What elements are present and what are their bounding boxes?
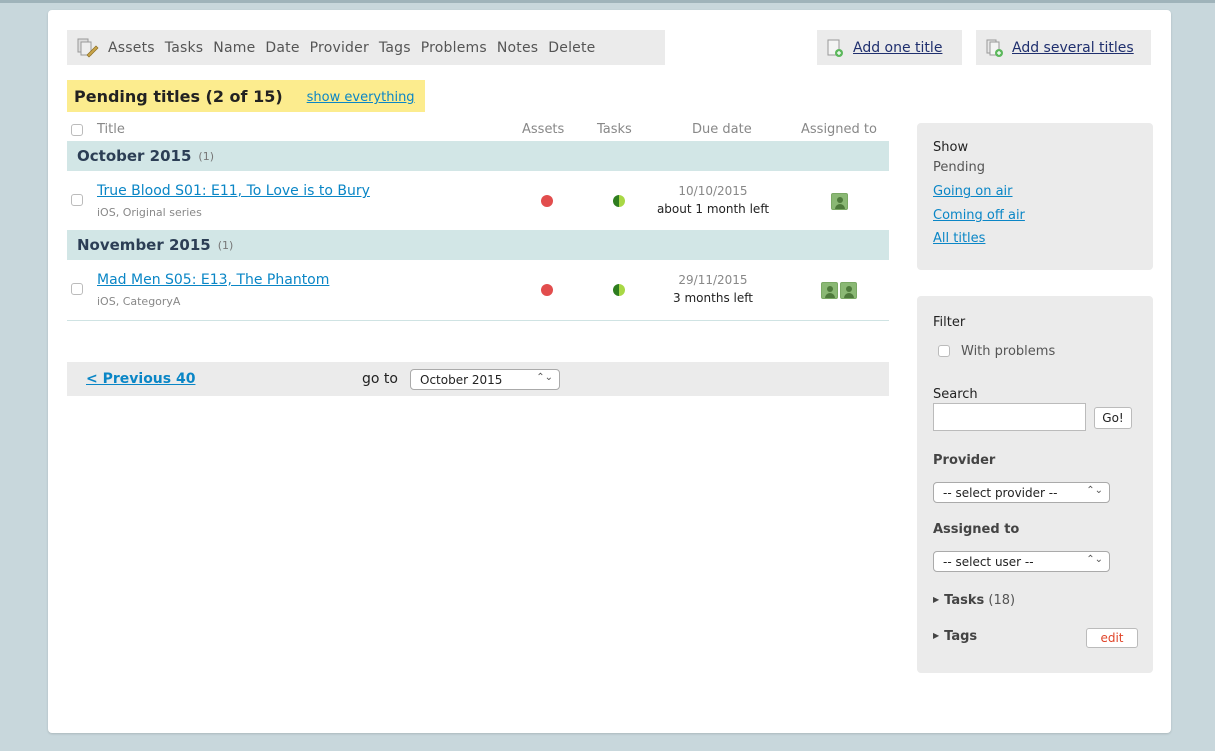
row-checkbox[interactable] <box>71 283 83 295</box>
filter-heading: Filter <box>933 315 966 330</box>
month-count: (1) <box>198 149 214 163</box>
month-count: (1) <box>217 238 234 252</box>
show-going-on-air-link[interactable]: Going on air <box>933 184 1013 199</box>
due-date-cell: 29/11/2015 3 months left <box>638 273 788 305</box>
edit-documents-icon <box>77 38 99 58</box>
caret-right-icon: ▶ <box>933 595 940 604</box>
row-checkbox[interactable] <box>71 194 83 206</box>
page-title: Pending titles (2 of 15) <box>74 86 283 106</box>
bulk-action-toolbar: Assets Tasks Name Date Provider Tags Pro… <box>67 30 665 65</box>
title-link[interactable]: Mad Men S05: E13, The Phantom <box>97 272 329 288</box>
select-arrows-icon: ⌃⌄ <box>1086 485 1103 496</box>
table-row: True Blood S01: E11, To Love is to Bury … <box>67 171 889 231</box>
tasks-count: (18) <box>988 593 1016 608</box>
toolbar-date[interactable]: Date <box>265 40 299 56</box>
tasks-expander[interactable]: ▶ Tasks (18) <box>933 593 1015 608</box>
table-row: Mad Men S05: E13, The Phantom iOS, Categ… <box>67 260 889 320</box>
tasks-status-indicator <box>613 284 625 296</box>
search-input[interactable] <box>933 403 1086 431</box>
toolbar-tags[interactable]: Tags <box>379 40 411 56</box>
pending-titles-heading: Pending titles (2 of 15) show everything <box>67 80 425 112</box>
toolbar-assets[interactable]: Assets <box>108 40 155 56</box>
previous-page-link[interactable]: < Previous 40 <box>86 371 195 387</box>
due-date: 10/10/2015 <box>678 184 748 198</box>
search-label: Search <box>933 387 978 402</box>
filter-panel: Filter With problems Search Go! Provider… <box>917 296 1153 673</box>
tasks-status-indicator <box>613 195 625 207</box>
add-several-titles-label[interactable]: Add several titles <box>1012 40 1134 56</box>
tasks-label: Tasks <box>944 593 985 608</box>
table-header: Title Assets Tasks Due date Assigned to <box>67 120 889 140</box>
assigned-select-value: -- select user -- <box>943 555 1034 569</box>
assignee-avatar[interactable] <box>831 193 848 210</box>
toolbar-name[interactable]: Name <box>213 40 255 56</box>
toolbar-delete[interactable]: Delete <box>548 40 595 56</box>
provider-select[interactable]: -- select provider -- ⌃⌄ <box>933 482 1110 503</box>
month-group-header: October 2015 (1) <box>67 141 889 171</box>
table-divider <box>67 320 889 321</box>
add-documents-icon <box>986 39 1003 57</box>
caret-right-icon: ▶ <box>933 631 940 640</box>
provider-label: Provider <box>933 453 996 468</box>
show-coming-off-air-link[interactable]: Coming off air <box>933 208 1025 223</box>
show-panel: Show Pending Going on air Coming off air… <box>917 123 1153 270</box>
due-date-cell: 10/10/2015 about 1 month left <box>638 184 788 216</box>
assigned-user-select[interactable]: -- select user -- ⌃⌄ <box>933 551 1110 572</box>
search-go-button[interactable]: Go! <box>1094 407 1132 429</box>
tags-label: Tags <box>944 629 978 644</box>
toolbar-problems[interactable]: Problems <box>421 40 487 56</box>
time-left: about 1 month left <box>656 202 770 216</box>
add-one-title-button[interactable]: Add one title <box>817 30 962 65</box>
show-everything-link[interactable]: show everything <box>307 90 415 105</box>
goto-month-select[interactable]: October 2015 ⌃⌄ <box>410 369 560 390</box>
toolbar-provider[interactable]: Provider <box>310 40 369 56</box>
select-arrows-icon: ⌃⌄ <box>536 372 553 383</box>
assigned-to-label: Assigned to <box>933 522 1020 537</box>
assets-status-indicator <box>541 195 553 207</box>
assignee-avatar[interactable] <box>840 282 857 299</box>
main-panel: Assets Tasks Name Date Provider Tags Pro… <box>48 10 1171 733</box>
tags-expander[interactable]: ▶ Tags <box>933 629 977 644</box>
column-due-date: Due date <box>692 122 752 137</box>
column-title: Title <box>97 122 125 137</box>
assets-status-indicator <box>541 284 553 296</box>
month-name: November 2015 <box>77 236 211 254</box>
due-date: 29/11/2015 <box>678 273 748 287</box>
window-top-strip <box>0 0 1215 3</box>
add-one-title-label[interactable]: Add one title <box>853 40 942 56</box>
with-problems-label: With problems <box>961 344 1056 359</box>
month-group-header: November 2015 (1) <box>67 230 889 260</box>
toolbar-notes[interactable]: Notes <box>497 40 538 56</box>
column-tasks: Tasks <box>597 122 632 137</box>
column-assigned-to: Assigned to <box>801 122 877 137</box>
month-name: October 2015 <box>77 147 192 165</box>
provider-select-value: -- select provider -- <box>943 486 1058 500</box>
goto-label: go to <box>362 371 398 387</box>
add-document-icon <box>827 39 843 57</box>
show-all-titles-link[interactable]: All titles <box>933 231 985 246</box>
show-heading: Show <box>933 140 969 155</box>
title-meta: iOS, Original series <box>97 206 202 219</box>
add-several-titles-button[interactable]: Add several titles <box>976 30 1151 65</box>
tags-edit-button[interactable]: edit <box>1086 628 1138 648</box>
with-problems-checkbox[interactable] <box>938 345 950 357</box>
select-all-checkbox[interactable] <box>71 124 83 136</box>
select-arrows-icon: ⌃⌄ <box>1086 554 1103 565</box>
toolbar-tasks[interactable]: Tasks <box>165 40 204 56</box>
show-current-pending: Pending <box>933 160 985 175</box>
goto-month-value: October 2015 <box>420 373 503 387</box>
assignee-avatar[interactable] <box>821 282 838 299</box>
time-left: 3 months left <box>673 291 753 305</box>
title-link[interactable]: True Blood S01: E11, To Love is to Bury <box>97 183 370 199</box>
pagination-bar: < Previous 40 go to October 2015 ⌃⌄ <box>67 362 889 396</box>
column-assets: Assets <box>522 122 565 137</box>
title-meta: iOS, CategoryA <box>97 295 181 308</box>
